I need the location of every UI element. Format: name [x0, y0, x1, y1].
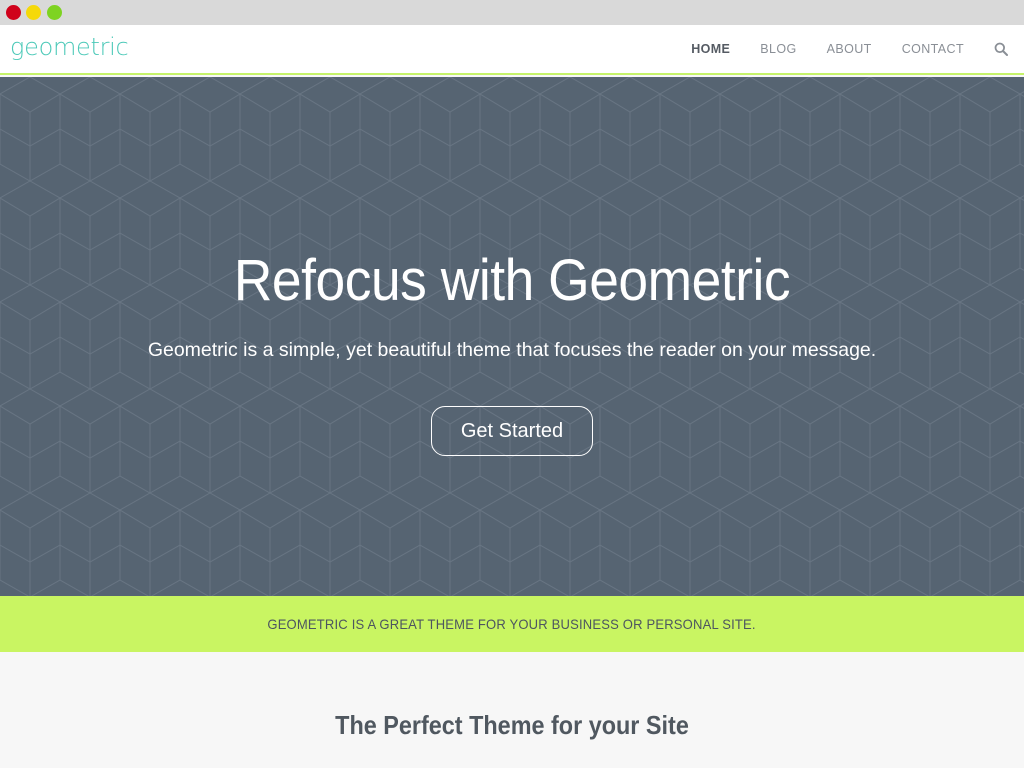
hero-section: Refocus with Geometric Geometric is a si…: [0, 77, 1024, 596]
site-header: geometric HOME BLOG ABOUT CONTACT: [0, 25, 1024, 75]
maximize-window-button[interactable]: [47, 5, 62, 20]
nav-item-contact[interactable]: CONTACT: [902, 42, 964, 56]
nav-item-home[interactable]: HOME: [691, 42, 730, 56]
geometric-pattern-background: [0, 77, 1024, 596]
hero-title: Refocus with Geometric: [233, 248, 791, 313]
site-logo[interactable]: geometric: [10, 33, 129, 61]
hero-subtitle: Geometric is a simple, yet beautiful the…: [147, 339, 877, 361]
nav-item-about[interactable]: ABOUT: [827, 42, 872, 56]
nav-item-blog[interactable]: BLOG: [760, 42, 796, 56]
search-icon[interactable]: [994, 42, 1008, 56]
window-titlebar: [0, 0, 1024, 25]
close-window-button[interactable]: [6, 5, 21, 20]
features-section: The Perfect Theme for your Site: [0, 652, 1024, 768]
minimize-window-button[interactable]: [26, 5, 41, 20]
tagline-banner: GEOMETRIC IS A GREAT THEME FOR YOUR BUSI…: [0, 596, 1024, 652]
section-title: The Perfect Theme for your Site: [335, 710, 689, 740]
get-started-button[interactable]: Get Started: [431, 406, 593, 456]
main-nav: HOME BLOG ABOUT CONTACT: [691, 25, 1024, 73]
banner-text: GEOMETRIC IS A GREAT THEME FOR YOUR BUSI…: [267, 616, 757, 632]
